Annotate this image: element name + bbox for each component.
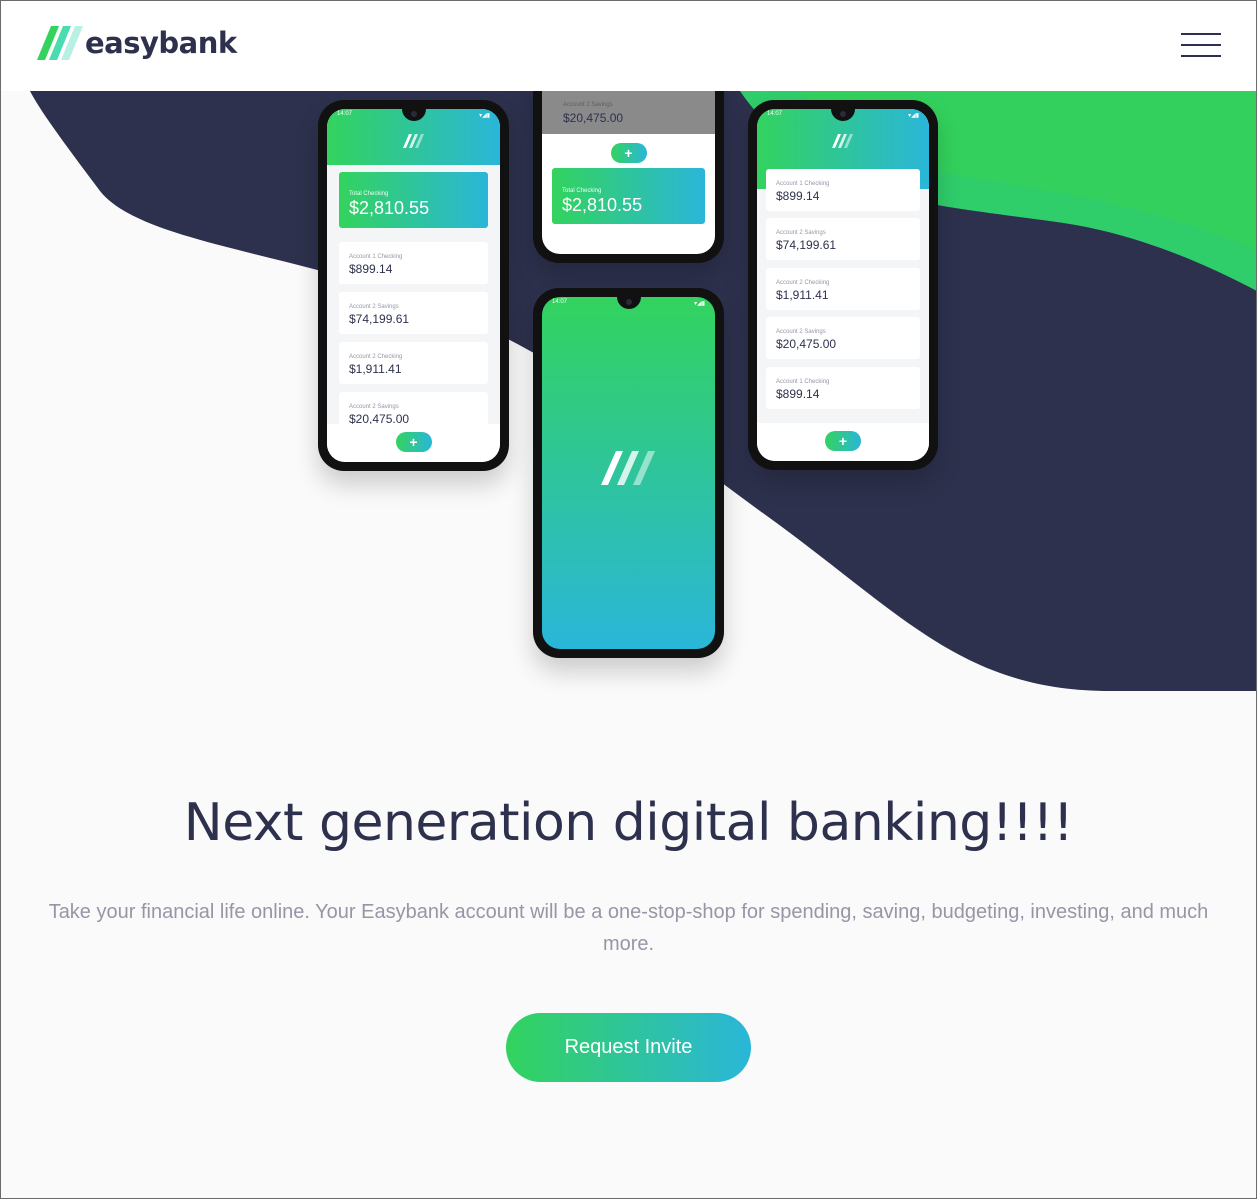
account-amount: $20,475.00: [563, 111, 624, 125]
account-amount: $74,199.61: [776, 238, 837, 252]
account-amount: $899.14: [349, 262, 393, 276]
account-card: Account 1 Checking $899.14: [339, 242, 488, 284]
account-amount: $20,475.00: [776, 337, 837, 351]
account-card: Account 1 Checking $899.14: [766, 169, 920, 211]
account-card: Account 2 Savings $74,199.61: [766, 218, 920, 260]
add-button: +: [610, 143, 647, 163]
account-amount: $74,199.61: [349, 312, 410, 326]
status-time: 14:07: [767, 111, 783, 117]
app-bottom-bar: +: [327, 424, 500, 462]
phone-mockup-left: 14:07 ▾◢▮ Total Checking $2,810.55 Accou…: [318, 100, 509, 471]
account-card: Account 2 Checking $1,911.41: [339, 342, 488, 384]
account-label: Account 2 Checking: [349, 354, 403, 360]
account-label: Account 1 Checking: [776, 181, 830, 187]
phone-mockup-splash: 14:07 ▾◢▮: [533, 288, 724, 658]
total-checking-card: Total Checking $2,810.55: [552, 168, 705, 224]
phone-mockup-right: 14:07 ▾◢▮ Account 1 Checking $899.14 Acc…: [748, 100, 938, 470]
hero-headline: Next generation digital banking!!!!: [183, 793, 1074, 853]
hero-description: Take your financial life online. Your Ea…: [48, 901, 1209, 955]
status-time: 14:07: [337, 111, 353, 117]
total-checking-card: Total Checking $2,810.55: [339, 172, 488, 228]
status-icons: ▾◢▮: [908, 113, 919, 119]
add-button: +: [395, 432, 432, 452]
account-label: Account 2 Savings: [776, 230, 826, 236]
brand-logo[interactable]: easybank: [37, 25, 237, 61]
total-label: Total Checking: [562, 188, 602, 194]
app-logo-icon: [402, 134, 424, 148]
account-label: Account 2 Savings: [776, 329, 826, 335]
app-logo-icon: [832, 134, 853, 148]
brand-name: easybank: [85, 26, 237, 60]
add-button: +: [825, 431, 861, 451]
account-amount: $899.14: [776, 189, 820, 203]
logo-mark-icon: [37, 26, 83, 60]
hamburger-menu-icon[interactable]: [1181, 33, 1221, 59]
total-amount: $2,810.55: [349, 198, 430, 218]
account-card: Account 2 Checking $1,911.41: [766, 268, 920, 310]
splash-logo-icon: [601, 451, 655, 485]
request-invite-button[interactable]: Request Invite: [506, 1013, 751, 1082]
account-label: Account 2 Savings: [349, 404, 399, 410]
status-icons: ▾◢▮: [479, 113, 490, 119]
account-card: Account 1 Checking $899.14: [766, 367, 920, 409]
account-label: Account 2 Savings: [563, 102, 613, 108]
account-label: Account 1 Checking: [349, 254, 403, 260]
account-amount: $1,911.41: [776, 288, 829, 302]
total-label: Total Checking: [349, 191, 389, 197]
phone-screen: 14:07 ▾◢▮ Account 1 Checking $899.14 Acc…: [757, 109, 929, 461]
account-amount: $899.14: [776, 387, 820, 401]
phone-screen: 14:07 ▾◢▮: [542, 297, 715, 649]
app-bottom-bar: +: [757, 423, 929, 461]
status-time: 14:07: [552, 299, 568, 305]
account-card: Account 2 Savings $74,199.61: [339, 292, 488, 334]
account-label: Account 2 Savings: [349, 304, 399, 310]
top-navigation-bar: easybank: [0, 0, 1257, 91]
account-amount: $1,911.41: [349, 362, 402, 376]
account-label: Account 1 Checking: [776, 379, 830, 385]
account-label: Account 2 Checking: [776, 280, 830, 286]
phone-screen: 14:07 ▾◢▮ Total Checking $2,810.55 Accou…: [327, 109, 500, 462]
status-icons: ▾◢▮: [694, 301, 705, 307]
account-card: Account 2 Savings $20,475.00: [766, 317, 920, 359]
total-amount: $2,810.55: [562, 195, 643, 215]
